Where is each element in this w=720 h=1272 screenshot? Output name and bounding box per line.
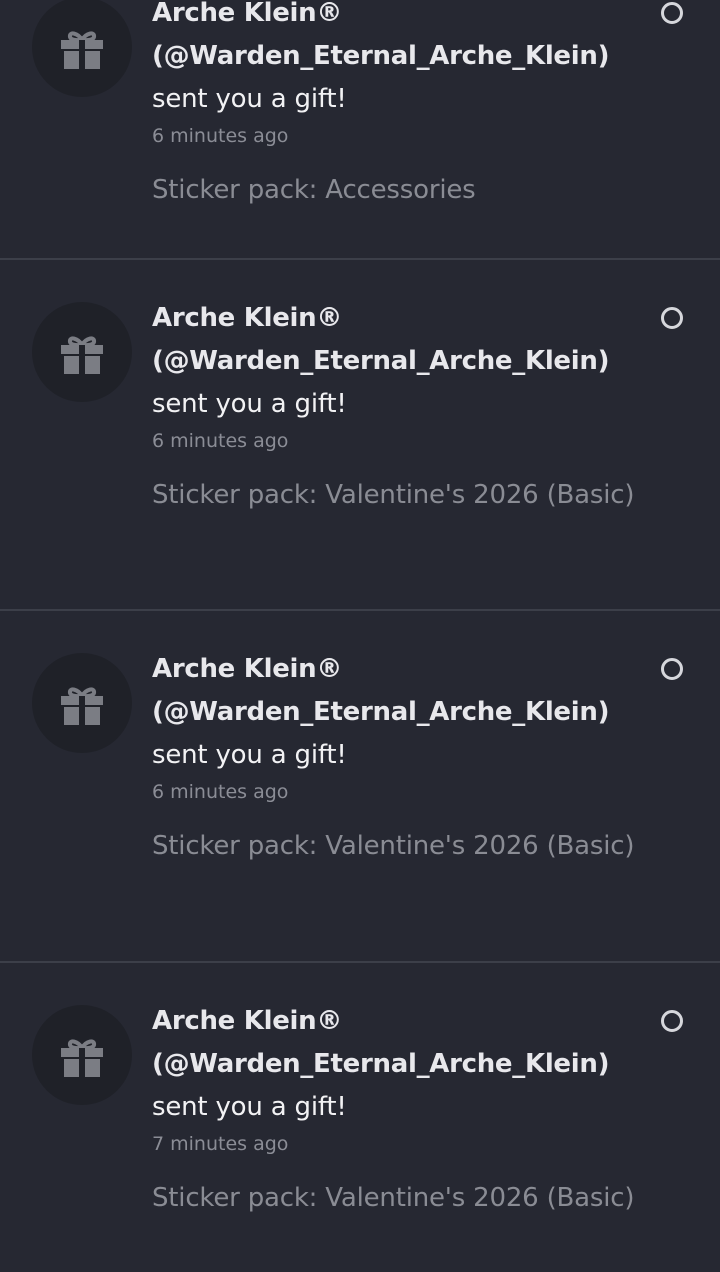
gift-avatar [32, 653, 132, 753]
sender-name: Arche Klein® [152, 1006, 343, 1036]
sender-handle: (@Warden_Eternal_Arche_Klein) [152, 1049, 610, 1079]
notification-message: sent you a gift! [152, 1092, 347, 1122]
gift-icon [61, 31, 103, 69]
notification-item[interactable]: Arche Klein® (@Warden_Eternal_Arche_Klei… [0, 0, 720, 260]
notification-item[interactable]: Arche Klein® (@Warden_Eternal_Arche_Klei… [0, 611, 720, 963]
notification-message: sent you a gift! [152, 389, 347, 419]
notification-message: sent you a gift! [152, 84, 347, 114]
unread-indicator[interactable] [661, 2, 683, 24]
notification-message: sent you a gift! [152, 740, 347, 770]
timestamp: 7 minutes ago [152, 1133, 289, 1155]
unread-indicator[interactable] [661, 658, 683, 680]
sender-name: Arche Klein® [152, 303, 343, 333]
sender-handle: (@Warden_Eternal_Arche_Klein) [152, 697, 610, 727]
gift-icon [61, 336, 103, 374]
gift-detail: Sticker pack: Valentine's 2026 (Basic) [152, 1183, 635, 1213]
unread-indicator[interactable] [661, 307, 683, 329]
gift-detail: Sticker pack: Valentine's 2026 (Basic) [152, 480, 635, 510]
gift-icon [61, 687, 103, 725]
gift-detail: Sticker pack: Valentine's 2026 (Basic) [152, 831, 635, 861]
sender-handle: (@Warden_Eternal_Arche_Klein) [152, 346, 610, 376]
notification-item[interactable]: Arche Klein® (@Warden_Eternal_Arche_Klei… [0, 260, 720, 611]
timestamp: 6 minutes ago [152, 430, 289, 452]
notification-item[interactable]: Arche Klein® (@Warden_Eternal_Arche_Klei… [0, 963, 720, 1272]
sender-name: Arche Klein® [152, 654, 343, 684]
gift-avatar [32, 1005, 132, 1105]
gift-avatar [32, 0, 132, 97]
gift-avatar [32, 302, 132, 402]
sender-handle: (@Warden_Eternal_Arche_Klein) [152, 41, 610, 71]
sender-name: Arche Klein® [152, 0, 343, 28]
timestamp: 6 minutes ago [152, 125, 289, 147]
gift-icon [61, 1039, 103, 1077]
unread-indicator[interactable] [661, 1010, 683, 1032]
timestamp: 6 minutes ago [152, 781, 289, 803]
gift-detail: Sticker pack: Accessories [152, 175, 476, 205]
notification-list: Arche Klein® (@Warden_Eternal_Arche_Klei… [0, 0, 720, 1272]
